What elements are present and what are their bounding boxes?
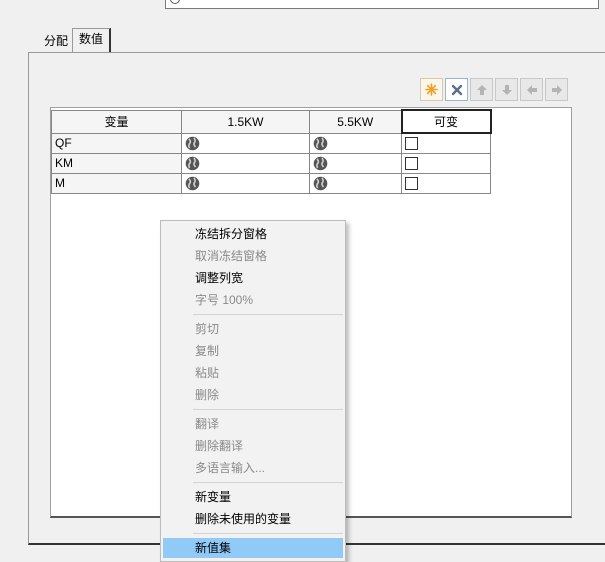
menu-separator <box>193 409 343 410</box>
column-header-5-5kw[interactable]: 5.5KW <box>309 109 402 134</box>
move-down-button[interactable] <box>495 78 518 101</box>
value-cell[interactable] <box>309 152 402 174</box>
globe-icon <box>313 176 328 190</box>
values-table: 变量 1.5KW 5.5KW 可变 QF KM M <box>51 109 492 194</box>
menu-item-font-size[interactable]: 字号 100% <box>163 290 343 310</box>
variable-checkbox[interactable] <box>405 157 418 171</box>
column-header-variable-flag[interactable]: 可变 <box>400 109 492 134</box>
new-row-button[interactable] <box>420 78 443 101</box>
value-cell[interactable] <box>181 152 310 174</box>
tab-assignment[interactable]: 分配 <box>40 31 72 53</box>
context-menu: 冻结拆分窗格 取消冻结窗格 调整列宽 字号 100% 剪切 复制 粘贴 删除 翻… <box>160 220 346 562</box>
menu-item-unfreeze-panes[interactable]: 取消冻结窗格 <box>163 246 343 266</box>
value-cell[interactable] <box>181 172 310 194</box>
table-row[interactable]: M <box>51 172 491 194</box>
variable-checkbox-cell[interactable] <box>401 132 491 154</box>
globe-icon <box>185 176 200 190</box>
row-name-cell[interactable]: M <box>51 172 182 194</box>
arrow-right-icon <box>551 84 562 95</box>
menu-separator <box>193 482 343 483</box>
row-name-cell[interactable]: QF <box>51 132 182 154</box>
row-name-cell[interactable]: KM <box>51 152 182 174</box>
asterisk-icon <box>425 83 438 96</box>
circle-icon <box>170 0 180 4</box>
menu-item-delete-translation[interactable]: 删除翻译 <box>163 436 343 456</box>
menu-item-delete-unused-variables[interactable]: 删除未使用的变量 <box>163 509 343 529</box>
menu-item-freeze-panes[interactable]: 冻结拆分窗格 <box>163 224 343 244</box>
column-header-variable[interactable]: 变量 <box>51 109 182 134</box>
menu-item-multilingual-input[interactable]: 多语言输入... <box>163 458 343 478</box>
move-right-button[interactable] <box>545 78 568 101</box>
table-row[interactable]: KM <box>51 152 491 174</box>
menu-item-translate[interactable]: 翻译 <box>163 414 343 434</box>
table-row[interactable]: QF <box>51 132 491 154</box>
value-cell[interactable] <box>309 132 402 154</box>
arrow-down-icon <box>501 84 512 95</box>
menu-item-copy[interactable]: 复制 <box>163 341 343 361</box>
menu-item-new-value-set[interactable]: 新值集 <box>163 538 343 558</box>
value-cell[interactable] <box>181 132 310 154</box>
globe-icon <box>185 156 200 170</box>
column-header-1-5kw[interactable]: 1.5KW <box>181 109 310 134</box>
globe-icon <box>313 136 328 150</box>
menu-item-adjust-column-width[interactable]: 调整列宽 <box>163 268 343 288</box>
globe-icon <box>313 156 328 170</box>
move-left-button[interactable] <box>520 78 543 101</box>
delete-x-icon <box>451 84 462 95</box>
value-cell[interactable] <box>309 172 402 194</box>
arrow-up-icon <box>476 84 487 95</box>
delete-row-button[interactable] <box>445 78 468 101</box>
menu-separator <box>193 533 343 534</box>
menu-separator <box>193 314 343 315</box>
variable-checkbox[interactable] <box>405 177 418 191</box>
top-field-input[interactable] <box>165 0 599 9</box>
menu-item-delete[interactable]: 删除 <box>163 385 343 405</box>
arrow-left-icon <box>526 84 537 95</box>
menu-item-new-variable[interactable]: 新变量 <box>163 487 343 507</box>
globe-icon <box>185 136 200 150</box>
menu-item-cut[interactable]: 剪切 <box>163 319 343 339</box>
table-header-row: 变量 1.5KW 5.5KW 可变 <box>51 109 492 134</box>
move-up-button[interactable] <box>470 78 493 101</box>
table-toolbar <box>420 78 568 102</box>
variable-checkbox-cell[interactable] <box>401 152 491 174</box>
menu-item-paste[interactable]: 粘贴 <box>163 363 343 383</box>
variable-checkbox-cell[interactable] <box>401 172 491 194</box>
variable-checkbox[interactable] <box>405 137 418 151</box>
tab-values[interactable]: 数值 <box>72 28 112 53</box>
